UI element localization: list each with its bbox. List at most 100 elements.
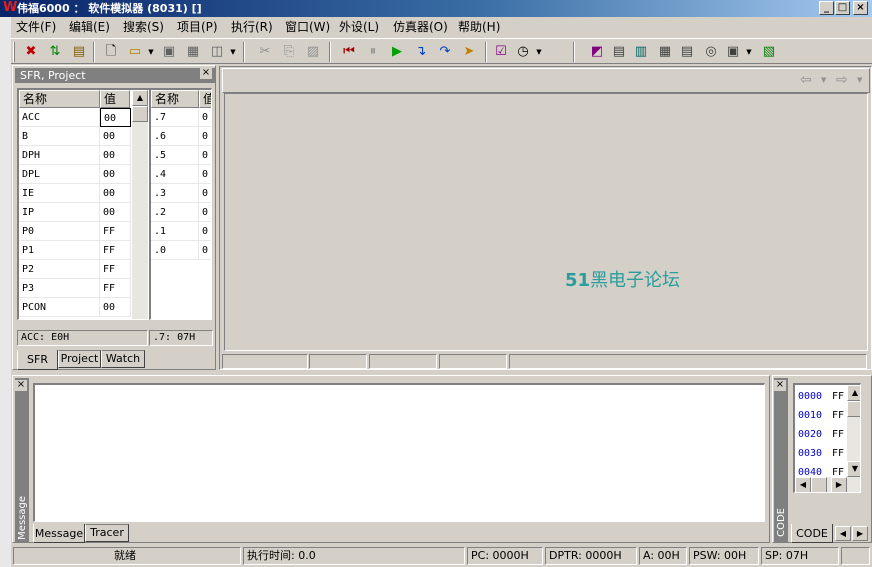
build-icon[interactable]: ⇅ <box>45 42 65 62</box>
scroll-right-icon[interactable]: ▶ <box>831 477 847 492</box>
scroll-thumb[interactable] <box>132 106 148 122</box>
sfr-row-name[interactable]: DPL <box>19 165 100 184</box>
code-row-value[interactable]: FF <box>831 425 847 444</box>
scroll-thumb[interactable] <box>847 401 860 417</box>
sfr-row-value[interactable]: 00 <box>100 298 131 317</box>
tab-message[interactable]: Message <box>33 524 85 543</box>
view8-icon[interactable]: ▧ <box>759 42 779 62</box>
code-row-address[interactable]: 0000 <box>795 387 831 406</box>
reset-icon[interactable]: ⏮ <box>339 42 359 62</box>
sfr-row-name[interactable]: IE <box>19 184 100 203</box>
sfr-row-value[interactable]: FF <box>100 222 131 241</box>
sfr-row-name[interactable]: PCON <box>19 298 100 317</box>
bit-row-value[interactable]: 0 <box>199 165 211 184</box>
clock-icon[interactable]: ◷ <box>513 42 533 62</box>
back-arrow-icon[interactable]: ⇦ <box>800 72 812 88</box>
close-button[interactable]: × <box>853 1 868 15</box>
tab-left-icon[interactable]: ◀ <box>835 526 851 541</box>
bit-row-value[interactable]: 0 <box>199 146 211 165</box>
scroll-down-icon[interactable]: ▼ <box>847 461 860 477</box>
tab-code[interactable]: CODE <box>791 524 833 543</box>
tab-right-icon[interactable]: ▶ <box>852 526 868 541</box>
save-icon[interactable]: ▣ <box>159 42 179 62</box>
view2-icon[interactable]: ▤ <box>609 42 629 62</box>
sfr-row-name[interactable]: B <box>19 127 100 146</box>
step-over-icon[interactable]: ↷ <box>435 42 455 62</box>
bit-row-name[interactable]: .6 <box>151 127 199 146</box>
menu-search[interactable]: 搜索(S) <box>123 20 164 34</box>
cut-icon[interactable]: ✂ <box>255 42 275 62</box>
view5-icon[interactable]: ▤ <box>677 42 697 62</box>
sfr-close-icon[interactable]: × <box>200 68 212 79</box>
view1-icon[interactable]: ◩ <box>587 42 607 62</box>
sfr-row-name[interactable]: P2 <box>19 260 100 279</box>
sfr-row-value[interactable]: FF <box>100 279 131 298</box>
forward-arrow-icon[interactable]: ⇨ <box>836 72 848 88</box>
code-row-address[interactable]: 0020 <box>795 425 831 444</box>
code-close-icon[interactable]: × <box>774 380 786 391</box>
tab-watch[interactable]: Watch <box>101 350 145 368</box>
message-output[interactable] <box>33 383 765 522</box>
editor-canvas[interactable]: 51黑电子论坛 <box>224 93 868 351</box>
compile-icon[interactable]: ✖ <box>21 42 41 62</box>
bit-col-name[interactable]: 名称 <box>151 90 199 108</box>
scroll-up-icon[interactable]: ▲ <box>847 385 860 401</box>
sfr-row-value[interactable]: 00 <box>100 146 131 165</box>
sfr-row-name[interactable]: DPH <box>19 146 100 165</box>
menu-project[interactable]: 项目(P) <box>177 20 218 34</box>
bit-row-name[interactable]: .2 <box>151 203 199 222</box>
scroll-thumb[interactable] <box>811 477 827 492</box>
menu-emulator[interactable]: 仿真器(O) <box>393 20 448 34</box>
bit-row-name[interactable]: .4 <box>151 165 199 184</box>
sfr-row-value[interactable]: 00 <box>100 108 131 127</box>
sfr-row-value[interactable]: FF <box>100 260 131 279</box>
code-row-address[interactable]: 0030 <box>795 444 831 463</box>
tab-sfr[interactable]: SFR <box>17 350 58 370</box>
view3-icon[interactable]: ▥ <box>631 42 651 62</box>
sfr-scrollbar[interactable]: ▲ <box>132 90 148 319</box>
copy-icon[interactable]: ⎘ <box>279 42 299 62</box>
run-to-cursor-icon[interactable]: ➤ <box>459 42 479 62</box>
view-dropdown-icon[interactable]: ▼ <box>745 42 753 62</box>
sfr-row-value[interactable]: FF <box>100 241 131 260</box>
bit-row-name[interactable]: .0 <box>151 241 199 260</box>
code-vscrollbar[interactable]: ▲ ▼ <box>847 385 860 477</box>
step-into-icon[interactable]: ↴ <box>411 42 431 62</box>
maximize-button[interactable]: □ <box>835 1 850 15</box>
download-icon[interactable]: ▤ <box>69 42 89 62</box>
paste-icon[interactable]: ▨ <box>303 42 323 62</box>
back-dropdown-icon[interactable]: ▼ <box>821 76 826 84</box>
code-row-value[interactable]: FF <box>831 444 847 463</box>
menu-help[interactable]: 帮助(H) <box>458 20 500 34</box>
new-file-icon[interactable]: 🗋 <box>101 42 121 62</box>
project-icon[interactable]: ◫ <box>207 42 227 62</box>
sfr-col-name[interactable]: 名称 <box>19 90 100 108</box>
scroll-up-icon[interactable]: ▲ <box>132 90 148 106</box>
bit-row-name[interactable]: .5 <box>151 146 199 165</box>
watch-icon[interactable]: ☑ <box>491 42 511 62</box>
sfr-row-name[interactable]: P0 <box>19 222 100 241</box>
title-bar[interactable]: W 伟福6000 ： 软件模拟器 (8031) [] _ □ × <box>0 0 872 17</box>
bit-row-value[interactable]: 0 <box>199 127 211 146</box>
menu-run[interactable]: 执行(R) <box>231 20 273 34</box>
tab-project[interactable]: Project <box>58 350 101 368</box>
project-dropdown-icon[interactable]: ▼ <box>229 42 237 62</box>
sfr-row-name[interactable]: P1 <box>19 241 100 260</box>
view4-icon[interactable]: ▦ <box>655 42 675 62</box>
bit-row-name[interactable]: .7 <box>151 108 199 127</box>
sfr-row-name[interactable]: ACC <box>19 108 100 127</box>
pause-icon[interactable]: ⏸ <box>363 42 383 62</box>
sfr-row-value[interactable]: 00 <box>100 165 131 184</box>
menu-peripheral[interactable]: 外设(L) <box>339 20 379 34</box>
sfr-row-name[interactable]: IP <box>19 203 100 222</box>
menu-window[interactable]: 窗口(W) <box>285 20 330 34</box>
sfr-row-value[interactable]: 00 <box>100 127 131 146</box>
menu-file[interactable]: 文件(F) <box>16 20 56 34</box>
message-close-icon[interactable]: × <box>15 380 27 391</box>
bit-row-value[interactable]: 0 <box>199 222 211 241</box>
bit-row-value[interactable]: 0 <box>199 184 211 203</box>
forward-dropdown-icon[interactable]: ▼ <box>857 76 862 84</box>
bit-row-value[interactable]: 0 <box>199 203 211 222</box>
scroll-left-icon[interactable]: ◀ <box>795 477 811 492</box>
bit-col-value[interactable]: 值 <box>199 90 211 108</box>
